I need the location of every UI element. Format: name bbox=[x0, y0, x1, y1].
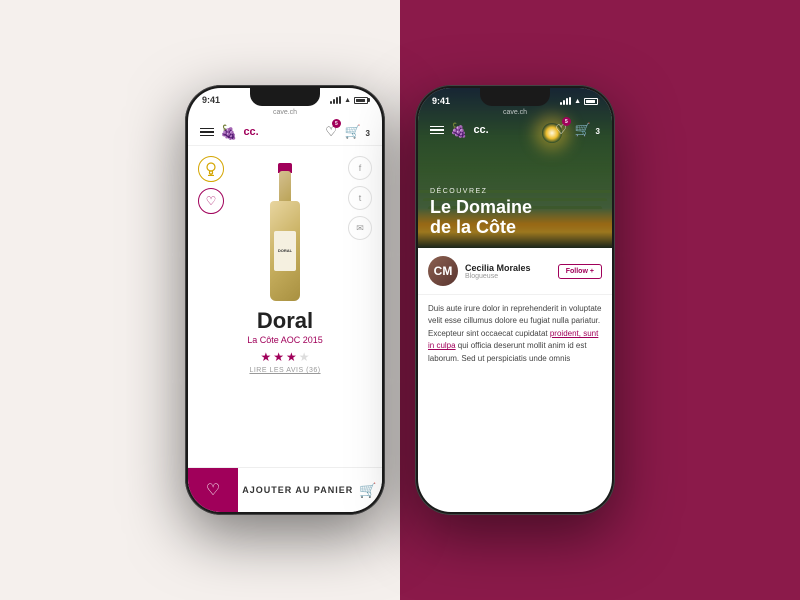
wine-subtitle: La Côte AOC 2015 bbox=[200, 335, 370, 345]
cart-count-1: 3 bbox=[366, 129, 370, 138]
email-share-button[interactable]: ✉ bbox=[348, 216, 372, 240]
signal-2 bbox=[560, 97, 571, 105]
nav-bar-2: 🍇 cc. ♡ 5 🛒 3 bbox=[418, 119, 612, 141]
battery-1 bbox=[354, 97, 368, 104]
hero-title: Le Domaine de la Côte bbox=[430, 197, 532, 238]
author-role: Blogueuse bbox=[465, 273, 551, 280]
wine-bottle: DORAL bbox=[266, 156, 304, 301]
cart-icon-wrap-1[interactable]: 🛒 3 bbox=[345, 123, 370, 141]
share-icons: f t ✉ bbox=[348, 156, 372, 240]
nav-bar-1: 🍇 cc. ♡ 5 🛒 3 bbox=[188, 119, 382, 146]
time-2: 9:41 bbox=[432, 96, 450, 106]
author-card: CM Cecilia Morales Blogueuse Follow + bbox=[418, 248, 612, 295]
wine-name: Doral bbox=[200, 309, 370, 333]
author-name: Cecilia Morales bbox=[465, 263, 551, 273]
hero-image: 9:41 ▲ cave.ch bbox=[418, 88, 612, 248]
phone-2: 9:41 ▲ cave.ch bbox=[415, 85, 615, 515]
status-bar-2: 9:41 ▲ bbox=[418, 88, 612, 108]
hamburger-2[interactable] bbox=[430, 126, 444, 135]
url-bar-2: cave.ch bbox=[418, 108, 612, 119]
wishlist-icon-wrap-2[interactable]: ♡ 5 bbox=[555, 121, 567, 139]
add-to-cart-button[interactable]: AJOUTER AU PANIER 🛒 bbox=[238, 482, 382, 499]
grape-icon-1: 🍇 bbox=[220, 124, 237, 141]
bottle-body: DORAL bbox=[270, 201, 300, 301]
nav-icons-1: ♡ 5 🛒 3 bbox=[325, 123, 370, 141]
grape-icon-2: 🍇 bbox=[450, 122, 467, 139]
battery-2 bbox=[584, 98, 598, 105]
star-1: ★ bbox=[260, 350, 271, 364]
stars-row: ★ ★ ★ ★ bbox=[200, 350, 370, 364]
cart-icon-footer: 🛒 bbox=[359, 482, 377, 499]
hero-title-line2: de la Côte bbox=[430, 217, 516, 237]
facebook-share-button[interactable]: f bbox=[348, 156, 372, 180]
add-to-cart-label: AJOUTER AU PANIER bbox=[242, 485, 353, 495]
star-3: ★ bbox=[286, 350, 297, 364]
phone-1: 9:41 ▲ cave.ch 🍇 cc. bbox=[185, 85, 385, 515]
wishlist-icon-wrap-1[interactable]: ♡ 5 bbox=[325, 123, 337, 141]
article-text: Duis aute irure dolor in reprehenderit i… bbox=[418, 295, 612, 373]
signal-1 bbox=[330, 96, 341, 104]
status-icons-1: ▲ bbox=[330, 96, 368, 104]
heart-badge[interactable]: ♡ bbox=[198, 188, 224, 214]
award-icon bbox=[198, 156, 224, 182]
phone-1-screen: 9:41 ▲ cave.ch 🍇 cc. bbox=[188, 88, 382, 512]
status-icons-2: ▲ bbox=[560, 97, 598, 105]
cart-icon-2: 🛒 bbox=[575, 122, 591, 137]
hero-discover-label: DÉCOUVREZ bbox=[430, 188, 532, 195]
cart-count-2: 3 bbox=[596, 127, 600, 136]
wifi-icon-2: ▲ bbox=[574, 98, 581, 105]
hero-title-line1: Le Domaine bbox=[430, 197, 532, 217]
cart-icon-1: 🛒 bbox=[345, 124, 361, 139]
notch-1 bbox=[250, 88, 320, 106]
bottle-label: DORAL bbox=[274, 231, 296, 271]
cart-icon-wrap-2[interactable]: 🛒 3 bbox=[575, 121, 600, 139]
phone1-footer: ♡ AJOUTER AU PANIER 🛒 bbox=[188, 467, 382, 512]
twitter-share-button[interactable]: t bbox=[348, 186, 372, 210]
award-badges: ♡ bbox=[198, 156, 224, 214]
logo-text-2: cc. bbox=[473, 124, 488, 136]
follow-plus-icon: + bbox=[590, 268, 594, 275]
author-initials: CM bbox=[434, 264, 453, 278]
star-2: ★ bbox=[273, 350, 284, 364]
url-bar-1: cave.ch bbox=[188, 108, 382, 119]
logo-text-1: cc. bbox=[243, 126, 258, 138]
hamburger-1[interactable] bbox=[200, 128, 214, 137]
phone-2-screen: 9:41 ▲ cave.ch bbox=[418, 88, 612, 512]
author-avatar: CM bbox=[428, 256, 458, 286]
phones-container: 9:41 ▲ cave.ch 🍇 cc. bbox=[0, 0, 800, 600]
follow-button[interactable]: Follow + bbox=[558, 264, 602, 279]
wishlist-badge-2: 5 bbox=[562, 117, 571, 126]
wine-info: Doral La Côte AOC 2015 ★ ★ ★ ★ LIRE LES … bbox=[188, 301, 382, 378]
wishlist-badge-1: 5 bbox=[332, 119, 341, 128]
time-1: 9:41 bbox=[202, 95, 220, 105]
nav-icons-2: ♡ 5 🛒 3 bbox=[555, 121, 600, 139]
follow-label: Follow bbox=[566, 268, 588, 275]
hero-text: DÉCOUVREZ Le Domaine de la Côte bbox=[430, 188, 532, 238]
wifi-icon-1: ▲ bbox=[344, 97, 351, 104]
footer-heart-button[interactable]: ♡ bbox=[188, 468, 238, 512]
star-4-empty: ★ bbox=[299, 350, 310, 364]
highlighted-text: proident, sunt in culpa bbox=[428, 329, 598, 350]
author-info: Cecilia Morales Blogueuse bbox=[465, 263, 551, 280]
reviews-link[interactable]: LIRE LES AVIS (36) bbox=[200, 367, 370, 374]
